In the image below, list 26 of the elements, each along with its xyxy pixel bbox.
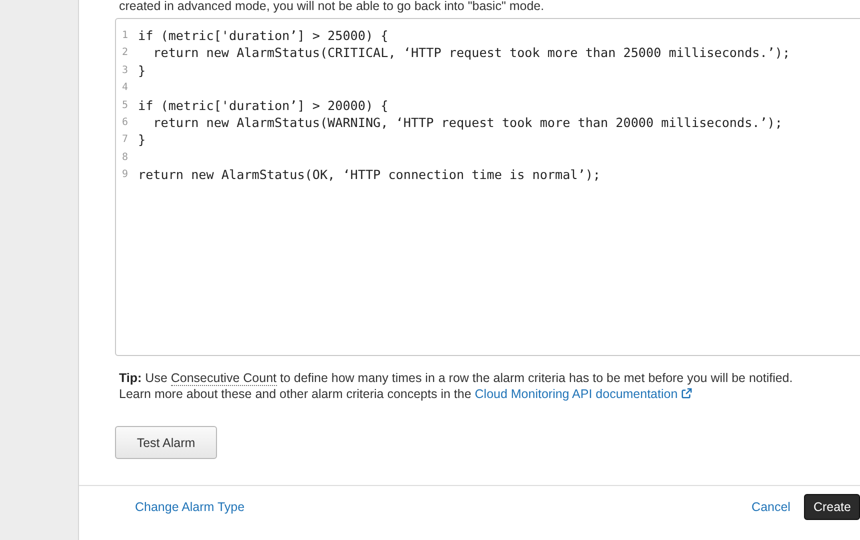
line-number: 7	[122, 133, 130, 148]
line-number: 5	[122, 98, 130, 113]
code-editor[interactable]	[115, 18, 860, 356]
line-number: 1	[122, 29, 130, 43]
tip-text: Tip: Use Consecutive Count to define how many times in a row the alarm criteria has to be met before you will be notified.	[119, 370, 794, 386]
help-text: Learn more about these and other alarm criteria concepts in the	[119, 387, 472, 401]
code-line: return new AlarmStatus(WARNING, ‘HTTP request took more than 20000 milliseconds.’);	[152, 114, 782, 132]
test-alarm-button[interactable]: Test Alarm	[115, 426, 217, 459]
documentation-link[interactable]: Cloud Monitoring API documentation	[474, 387, 678, 401]
cancel-link[interactable]: Cancel	[752, 500, 790, 514]
line-number: 9	[122, 168, 130, 182]
code-line: return new AlarmStatus(CRITICAL, ‘HTTP request took more than 25000 milliseconds.’);	[152, 44, 790, 62]
code-line: if (metric['duration’] > 20000) {	[138, 96, 388, 114]
external-link-icon[interactable]	[680, 388, 692, 399]
line-number: 4	[122, 81, 130, 96]
line-number: 2	[122, 46, 130, 60]
code-line: return new AlarmStatus(OK, ‘HTTP connection time is normal’);	[138, 166, 601, 184]
change-alarm-type-link[interactable]: Change Alarm Type	[135, 500, 245, 514]
code-line: if (metric['duration’] > 25000) {	[138, 27, 388, 44]
code-line: }	[138, 62, 146, 80]
line-number: 3	[122, 64, 130, 78]
create-button[interactable]: Create	[804, 494, 860, 520]
line-number: 8	[122, 150, 130, 165]
intro-text: created in advanced mode, you will not be able to go back into "basic" mode.	[118, 0, 546, 15]
code-line: }	[138, 131, 146, 149]
line-number: 6	[122, 116, 130, 130]
